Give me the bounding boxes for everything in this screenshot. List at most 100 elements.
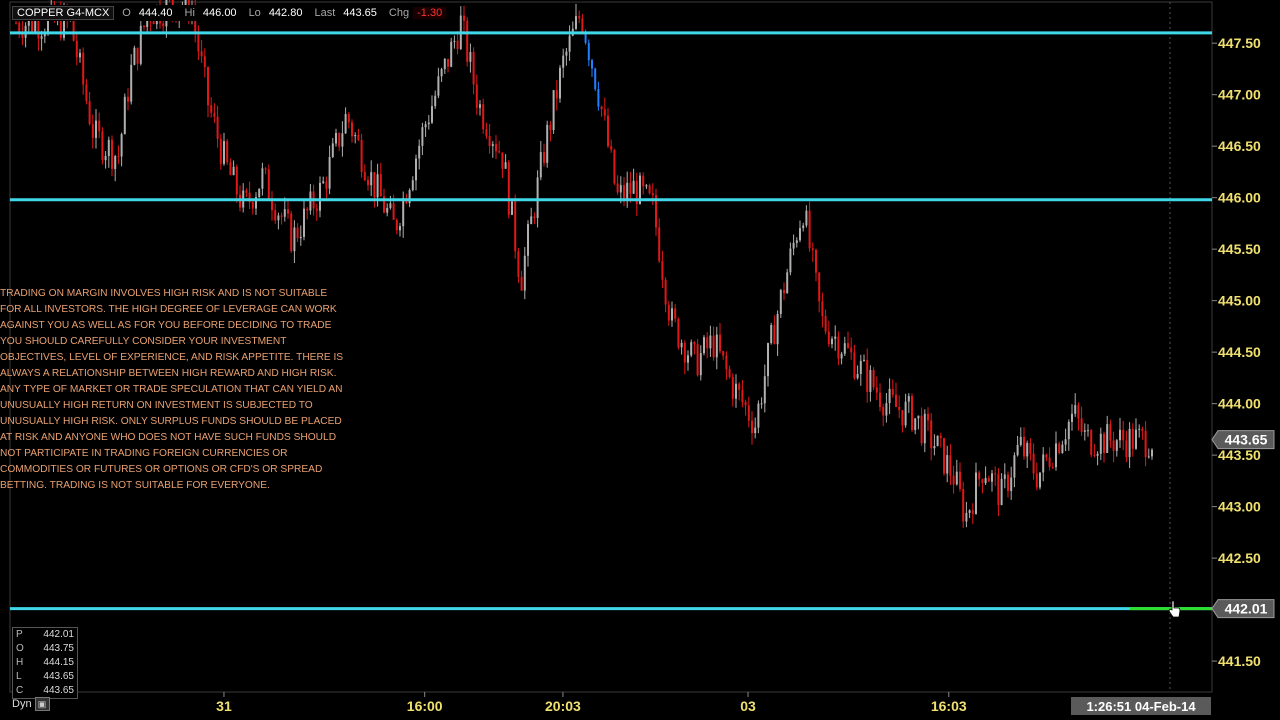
candle-body [667, 304, 670, 321]
candle-body [687, 355, 689, 363]
candle-body [792, 242, 795, 249]
candle-body [1122, 429, 1125, 441]
candle-body [671, 308, 673, 321]
candle-body [920, 415, 923, 444]
candle-body [597, 89, 600, 107]
candle-body [495, 144, 497, 152]
symbol-name[interactable]: COPPER G4-MCX [12, 6, 115, 20]
candle-body [399, 226, 401, 231]
candle-body [370, 172, 373, 186]
candle-body [331, 143, 334, 157]
candle-body [719, 334, 721, 352]
risk-disclaimer: TRADING ON MARGIN INVOLVES HIGH RISK AND… [0, 288, 344, 491]
candle-body [795, 240, 798, 243]
candle-body [424, 124, 427, 128]
candle-body [235, 166, 238, 195]
y-tick-label: 444.00 [1218, 396, 1261, 412]
candle-body [603, 109, 606, 116]
candle-body [888, 388, 891, 404]
candle-body [437, 76, 440, 96]
candle-body [987, 478, 990, 482]
candle-body [875, 387, 878, 393]
ohlc-readout: P 442.01 O 443.75 H 444.15 L 443.65 C 443.65 [12, 627, 78, 699]
candle-body [562, 55, 565, 68]
candle-body [847, 343, 849, 348]
candle-body [427, 122, 430, 125]
candle-body [395, 219, 398, 231]
candle-body [351, 122, 353, 137]
candle-body [200, 51, 203, 57]
hand-cursor-icon [1168, 600, 1181, 618]
candle-body [40, 36, 43, 39]
dyn-control: Dyn ▣ [12, 697, 50, 711]
x-tick-label: 16:03 [931, 698, 967, 714]
candle-body [747, 405, 750, 421]
candle-body [619, 185, 622, 193]
y-tick-label: 444.50 [1218, 344, 1261, 360]
open-label: O [122, 7, 131, 19]
candle-body [447, 58, 449, 67]
candle-body [120, 134, 123, 157]
candle-body [706, 337, 709, 349]
candle-body [450, 41, 453, 67]
y-tick-label: 443.00 [1218, 499, 1261, 515]
candle-body [328, 156, 331, 189]
candle-body [98, 120, 101, 132]
y-tick-label: 445.00 [1218, 293, 1261, 309]
candle-body [869, 370, 872, 392]
candle-body [1109, 424, 1112, 441]
candle-body [111, 139, 113, 169]
image-icon[interactable]: ▣ [34, 697, 50, 711]
candle-body [322, 181, 325, 183]
candle-body [431, 106, 433, 123]
candle-body [216, 116, 219, 139]
cursor-price-label: 442.01 [1225, 601, 1268, 617]
candle-body [968, 510, 971, 513]
candle-body [354, 134, 357, 137]
candle-body [507, 162, 510, 215]
candle-body [472, 52, 475, 85]
candle-body [930, 420, 933, 449]
candle-body [501, 152, 504, 169]
candle-body [565, 51, 568, 56]
candle-body [418, 145, 421, 159]
candle-body [690, 342, 693, 356]
candle-body [1013, 455, 1016, 478]
candle-body [578, 16, 581, 19]
last-price-label: 443.65 [1225, 432, 1268, 448]
candle-body [287, 209, 289, 214]
candle-body [251, 202, 254, 209]
candle-body [898, 406, 901, 411]
candle-body [210, 105, 213, 113]
candle-body [626, 182, 629, 199]
candle-body [363, 171, 366, 181]
candle-body [123, 96, 126, 135]
dyn-label: Dyn [12, 698, 32, 710]
candle-body [1135, 429, 1137, 449]
candle-body [799, 228, 801, 241]
candle-body [143, 25, 145, 28]
candle-body [773, 325, 776, 345]
candle-body [981, 479, 984, 484]
candle-body [1010, 477, 1013, 492]
candle-body [293, 227, 296, 252]
candle-body [475, 84, 478, 108]
candle-body [421, 127, 424, 146]
y-tick-label: 447.00 [1218, 87, 1261, 103]
candle-body [504, 162, 507, 169]
candle-body [543, 152, 545, 163]
candle-body [379, 174, 382, 197]
candle-body [527, 224, 529, 256]
candle-body [776, 314, 779, 345]
candle-body [101, 131, 104, 161]
candle-body [466, 20, 469, 62]
candle-body [779, 290, 782, 315]
candle-body [290, 213, 293, 252]
candle-body [962, 489, 965, 522]
candle-body [1061, 444, 1064, 454]
candle-body [283, 209, 286, 217]
candle-body [648, 185, 651, 194]
candle-body [591, 60, 593, 69]
candle-body [536, 177, 539, 218]
open-value: 444.40 [138, 7, 173, 19]
